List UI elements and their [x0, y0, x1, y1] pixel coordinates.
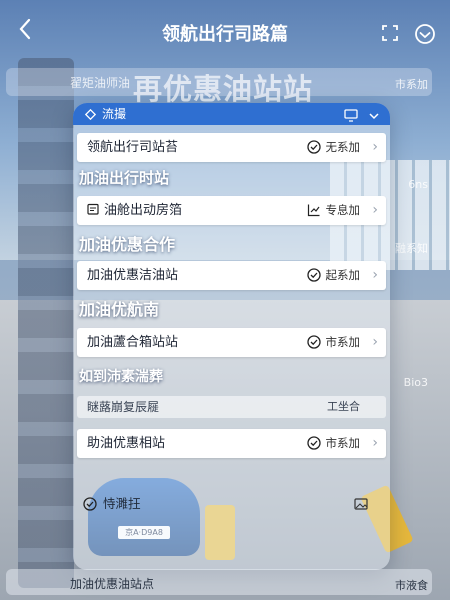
- check-circle-icon: [83, 497, 97, 511]
- status-chip-label: 无系加: [325, 140, 361, 154]
- panel-footer-toggle[interactable]: 恃濉抂: [83, 493, 141, 512]
- list-item[interactable]: 助油优惠相站 市系加 ›: [77, 429, 386, 458]
- list-item-label: 加油蘆合箱站站: [87, 335, 179, 350]
- station-column-backdrop: [18, 58, 74, 588]
- status-chip: 无系加: [306, 133, 361, 162]
- chevron-right-icon: ›: [372, 435, 378, 451]
- list-item-label-text: 油舱出动房箔: [104, 203, 183, 218]
- chevron-right-icon: ›: [372, 267, 378, 283]
- check-circle-icon: [306, 268, 321, 282]
- ghost-row-chip: 6ns: [408, 178, 428, 191]
- panel-header: 流撮: [73, 103, 390, 125]
- status-chip: 工坐合: [327, 400, 360, 413]
- ghost-row-chip: 融系知: [395, 242, 428, 255]
- list-item-label: 助油优惠相站: [87, 436, 166, 451]
- list-item[interactable]: 油舱出动房箔 专息加 ›: [77, 196, 386, 225]
- ghost-row-chip: 市系加: [395, 78, 428, 91]
- check-circle-icon: [306, 140, 321, 154]
- station-panel: 流撮 领航出行司站苔 无系加 › 加油出行时站 油舱出动房箔 专息加 › 加油优…: [73, 103, 390, 570]
- status-chip: 起系加: [306, 261, 361, 290]
- list-item[interactable]: 瞇蕗崩复辰屣 工坐合: [77, 396, 386, 418]
- ghost-row-label: 加油优惠油站点: [70, 577, 155, 591]
- check-circle-icon: [306, 436, 321, 450]
- status-chip: 市系加: [306, 429, 361, 458]
- list-item[interactable]: 加油优惠洁油站 起系加 ›: [77, 261, 386, 290]
- list-item-label: 油舱出动房箔: [87, 196, 182, 225]
- chevron-right-icon: ›: [372, 334, 378, 350]
- top-bar: 领航出行司路篇: [0, 0, 450, 64]
- section-heading: 如到沛素湍葬: [79, 369, 163, 385]
- chevron-right-icon: ›: [372, 202, 378, 218]
- status-chip-label: 专息加: [325, 203, 361, 217]
- list-item[interactable]: 领航出行司站苔 无系加 ›: [77, 133, 386, 162]
- check-circle-icon: [306, 335, 321, 349]
- chevron-right-icon: ›: [372, 139, 378, 155]
- status-chip-label: 市系加: [325, 436, 361, 450]
- panel-footer-label: 恃濉抂: [103, 496, 141, 511]
- section-heading: 加油优航南: [79, 300, 160, 319]
- status-chip-label: 市系加: [325, 335, 361, 349]
- list-item-label: 加油优惠洁油站: [87, 268, 179, 283]
- menu-button[interactable]: [414, 23, 436, 45]
- ghost-row-label: 翟矩油师油: [70, 76, 131, 90]
- image-icon: [354, 498, 368, 510]
- diamond-icon: [84, 108, 97, 121]
- section-heading: 加油出行时站: [79, 169, 170, 187]
- status-chip-label: 起系加: [325, 268, 361, 282]
- ghost-row-chip: 市液食: [395, 579, 428, 592]
- panel-tag[interactable]: 流撮: [84, 103, 127, 125]
- list-item-label: 领航出行司站苔: [87, 140, 179, 155]
- fullscreen-icon: [382, 25, 398, 41]
- chevron-down-icon[interactable]: [368, 110, 380, 122]
- status-chip: 市系加: [306, 328, 361, 357]
- list-item[interactable]: 加油蘆合箱站站 市系加 ›: [77, 328, 386, 357]
- panel-tag-label: 流撮: [102, 107, 127, 121]
- ghost-row-chip: Bio3: [403, 376, 428, 389]
- trend-icon: [307, 204, 319, 217]
- calendar-icon: [87, 203, 99, 215]
- monitor-icon[interactable]: [344, 109, 358, 122]
- section-heading: 加油优惠合作: [79, 235, 176, 254]
- panel-tools: [344, 107, 380, 129]
- fullscreen-button[interactable]: [380, 23, 402, 45]
- image-button[interactable]: [354, 495, 368, 514]
- status-chip: 专息加: [307, 196, 361, 225]
- more-circle-icon: [415, 24, 435, 44]
- list-item-label: 瞇蕗崩复辰屣: [87, 400, 160, 414]
